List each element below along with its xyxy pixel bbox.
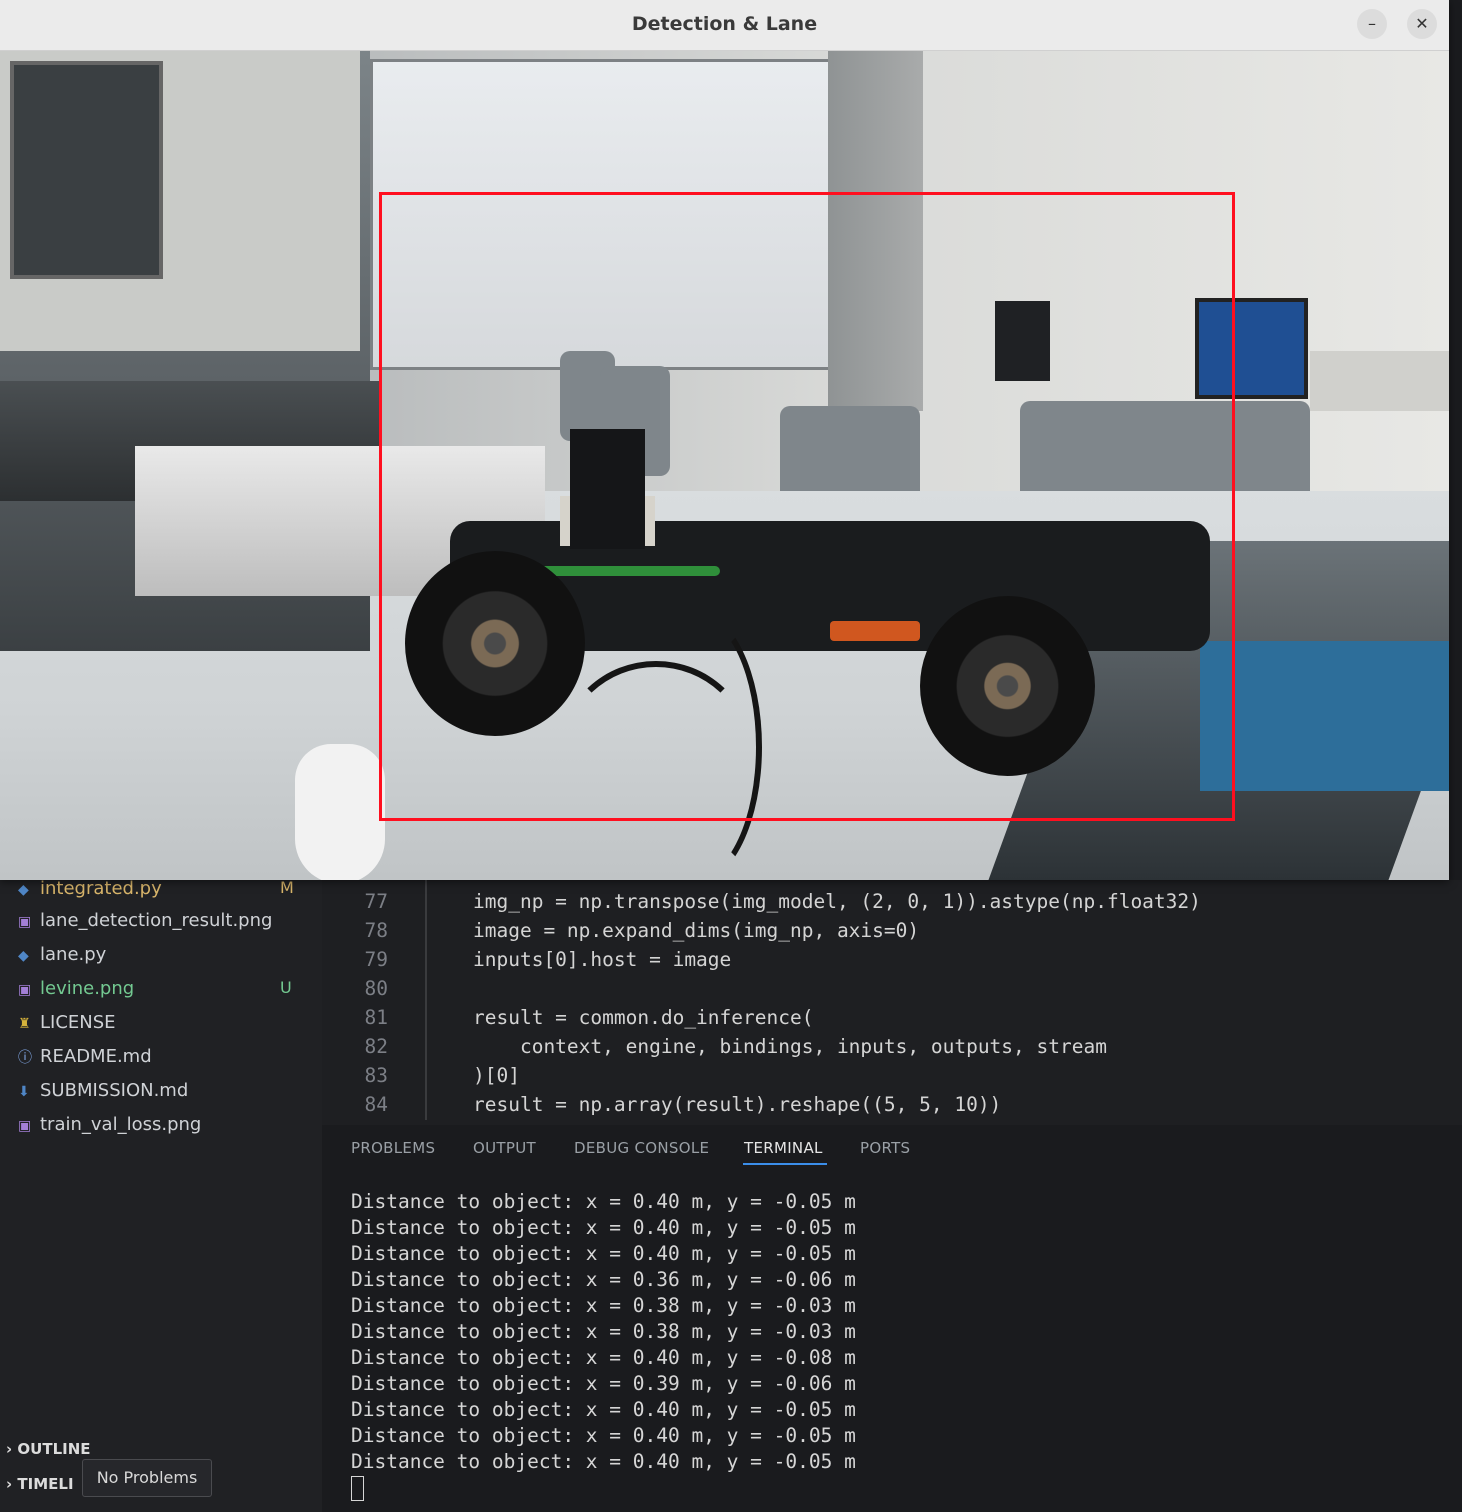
download-arrow-icon: ⬇ [18, 1084, 30, 1100]
code-line[interactable]: 84 result = np.array(result).reshape((5, … [322, 1093, 1462, 1122]
close-icon[interactable]: ✕ [1407, 9, 1437, 39]
code-text: result = common.do_inference( [473, 1006, 814, 1029]
line-number: 83 [364, 1064, 388, 1087]
lab-instrument-rack [1310, 351, 1449, 411]
line-number: 77 [364, 890, 388, 913]
detection-window: Detection & Lane – ✕ [0, 0, 1449, 880]
code-line[interactable]: 80 [322, 977, 1462, 1006]
code-text: inputs[0].host = image [473, 948, 732, 971]
python-file-icon: ◆ [18, 882, 29, 898]
code-text: )[0] [473, 1064, 520, 1087]
oscilloscope [0, 51, 360, 351]
file-item[interactable]: ▣ lane_detection_result.png [18, 910, 318, 940]
file-item[interactable]: ◆ integrated.py M [18, 878, 318, 908]
license-icon: ♜ [18, 1016, 31, 1032]
tape-spool [295, 744, 385, 880]
code-text: img_np = np.transpose(img_model, (2, 0, … [473, 890, 1201, 913]
tooltip: No Problems [82, 1459, 212, 1497]
chevron-right-icon: › [6, 1475, 13, 1493]
code-line[interactable]: 79 inputs[0].host = image [322, 948, 1462, 977]
tab-debug-console[interactable]: DEBUG CONSOLE [574, 1139, 709, 1157]
terminal-line: Distance to object: x = 0.40 m, y = -0.0… [351, 1216, 856, 1239]
timeline-label: TIMELI [17, 1475, 74, 1493]
file-name: SUBMISSION.md [40, 1080, 189, 1101]
file-name: lane.py [40, 944, 107, 965]
line-number: 79 [364, 948, 388, 971]
terminal-cursor[interactable] [351, 1476, 364, 1501]
minimize-icon[interactable]: – [1357, 9, 1387, 39]
file-item[interactable]: ♜ LICENSE [18, 1012, 318, 1042]
git-status-badge: M [280, 878, 294, 897]
camera-frame [0, 51, 1449, 880]
file-name: integrated.py [40, 878, 162, 899]
code-line[interactable]: 77 img_np = np.transpose(img_model, (2, 0… [322, 890, 1462, 919]
code-text: context, engine, bindings, inputs, outpu… [473, 1035, 1107, 1058]
code-line[interactable]: 81 result = common.do_inference( [322, 1006, 1462, 1035]
tab-output[interactable]: OUTPUT [473, 1139, 536, 1157]
terminal-line: Distance to object: x = 0.40 m, y = -0.0… [351, 1190, 856, 1213]
file-name: README.md [40, 1046, 152, 1067]
line-number: 82 [364, 1035, 388, 1058]
code-text: image = np.expand_dims(img_np, axis=0) [473, 919, 920, 942]
tab-terminal[interactable]: TERMINAL [744, 1139, 823, 1157]
python-file-icon: ◆ [18, 948, 29, 964]
line-number: 81 [364, 1006, 388, 1029]
code-line[interactable]: 78 image = np.expand_dims(img_np, axis=0) [322, 919, 1462, 948]
file-item[interactable]: ⓘ README.md [18, 1046, 318, 1076]
explorer-sidebar [0, 880, 322, 1512]
tab-ports[interactable]: PORTS [860, 1139, 910, 1157]
terminal-line: Distance to object: x = 0.40 m, y = -0.0… [351, 1450, 856, 1473]
terminal-line: Distance to object: x = 0.38 m, y = -0.0… [351, 1294, 856, 1317]
code-text: result = np.array(result).reshape((5, 5,… [473, 1093, 1002, 1116]
file-item[interactable]: ▣ train_val_loss.png [18, 1114, 318, 1144]
file-name: lane_detection_result.png [40, 910, 273, 931]
file-item[interactable]: ▣ levine.png U [18, 978, 318, 1008]
outline-section[interactable]: › OUTLINE [6, 1440, 91, 1458]
code-line[interactable]: 82 context, engine, bindings, inputs, ou… [322, 1035, 1462, 1064]
terminal-line: Distance to object: x = 0.38 m, y = -0.0… [351, 1320, 856, 1343]
outline-label: OUTLINE [17, 1440, 91, 1458]
terminal-line: Distance to object: x = 0.39 m, y = -0.0… [351, 1372, 856, 1395]
window-titlebar[interactable]: Detection & Lane – ✕ [0, 0, 1449, 51]
line-number: 78 [364, 919, 388, 942]
line-number: 80 [364, 977, 388, 1000]
image-file-icon: ▣ [18, 914, 32, 930]
file-name: LICENSE [40, 1012, 116, 1033]
file-name: levine.png [40, 978, 135, 999]
info-icon: ⓘ [18, 1050, 32, 1066]
terminal-line: Distance to object: x = 0.36 m, y = -0.0… [351, 1268, 856, 1291]
detection-bounding-box [379, 192, 1235, 821]
active-tab-indicator [743, 1163, 827, 1165]
terminal-line: Distance to object: x = 0.40 m, y = -0.0… [351, 1424, 856, 1447]
terminal-line: Distance to object: x = 0.40 m, y = -0.0… [351, 1398, 856, 1421]
tab-problems[interactable]: PROBLEMS [351, 1139, 435, 1157]
oscilloscope-screen [10, 61, 163, 279]
blue-chair [1200, 641, 1449, 791]
line-number: 84 [364, 1093, 388, 1116]
terminal-line: Distance to object: x = 0.40 m, y = -0.0… [351, 1242, 856, 1265]
image-file-icon: ▣ [18, 982, 32, 998]
chevron-right-icon: › [6, 1440, 13, 1458]
timeline-section[interactable]: › TIMELI [6, 1475, 74, 1493]
git-status-badge: U [280, 978, 292, 997]
image-file-icon: ▣ [18, 1118, 32, 1134]
window-title: Detection & Lane [631, 13, 818, 35]
file-item[interactable]: ⬇ SUBMISSION.md [18, 1080, 318, 1110]
terminal-line: Distance to object: x = 0.40 m, y = -0.0… [351, 1346, 856, 1369]
file-item[interactable]: ◆ lane.py [18, 944, 318, 974]
file-name: train_val_loss.png [40, 1114, 202, 1135]
code-line[interactable]: 83 )[0] [322, 1064, 1462, 1093]
